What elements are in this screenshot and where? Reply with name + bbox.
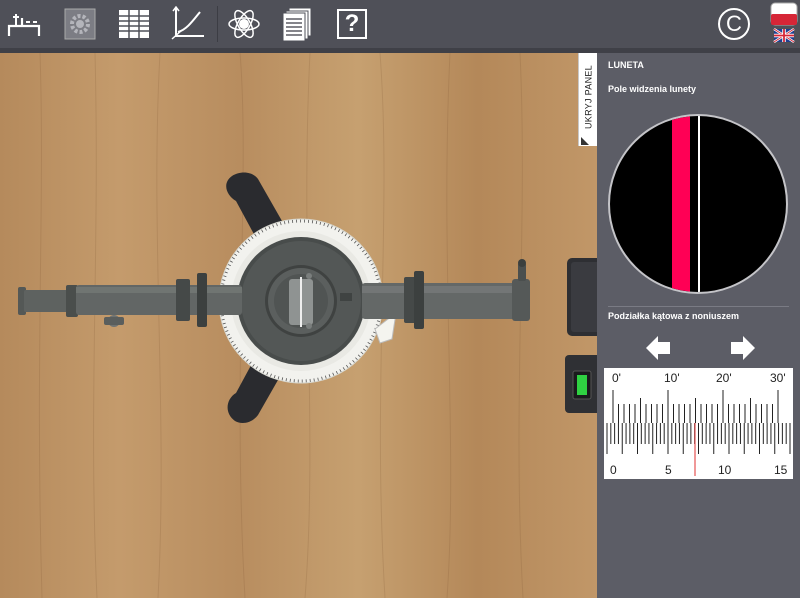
main-scale-label-3: 15 <box>774 463 788 477</box>
language-switcher[interactable] <box>770 2 798 44</box>
documents-button[interactable] <box>278 4 318 44</box>
corner-arrow-icon <box>581 137 589 145</box>
main-scale-label-0: 0 <box>610 463 617 477</box>
spectral-line <box>672 116 690 292</box>
copyright-button[interactable]: © C <box>714 4 754 44</box>
power-switch[interactable] <box>565 355 597 413</box>
collimator-tube <box>18 273 242 327</box>
telescope-view <box>608 114 788 294</box>
help-icon-glyph: ? <box>344 10 360 37</box>
copyright-icon: © C <box>718 8 750 40</box>
panel-divider <box>608 306 789 307</box>
vernier-scale: 0' 10' 20' 30' 0 5 10 15 <box>604 368 793 479</box>
vernier-scale-graphic: 0' 10' 20' 30' 0 5 10 15 <box>606 371 791 477</box>
lab-bench <box>0 53 597 598</box>
hide-panel-button[interactable]: UKRYJ PANEL <box>578 53 598 146</box>
crosshair-line <box>698 116 700 292</box>
setup-icon <box>7 14 41 36</box>
help-button[interactable]: ? <box>332 4 372 44</box>
main-scale-label-1: 5 <box>665 463 672 477</box>
copyright-letter: C <box>726 11 742 36</box>
table-button[interactable] <box>114 4 154 44</box>
vernier-top-label-0: 0' <box>612 371 621 385</box>
settings-icon <box>64 8 96 40</box>
panel-title: LUNETA <box>608 60 644 70</box>
vernier-top-ticks <box>612 390 779 423</box>
documents-icon <box>282 7 312 42</box>
rotate-right-arrow-icon[interactable] <box>729 335 757 361</box>
help-icon: ? <box>337 9 367 39</box>
rotary-table <box>218 218 384 384</box>
vernier-top-label-3: 30' <box>770 371 786 385</box>
side-panel: LUNETA Pole widzenia lunety Podziałka ką… <box>597 53 800 598</box>
hide-panel-label: UKRYJ PANEL <box>583 65 594 129</box>
atom-button[interactable] <box>224 4 264 44</box>
field-of-view-label: Pole widzenia lunety <box>608 84 697 94</box>
spectrometer-scene <box>18 53 597 598</box>
table-icon <box>119 10 149 38</box>
main-scale-ticks <box>606 423 791 454</box>
uk-flag-icon[interactable] <box>773 27 795 44</box>
setup-button[interactable] <box>4 4 44 44</box>
vernier-top-label-1: 10' <box>664 371 680 385</box>
vernier-top-label-2: 20' <box>716 371 732 385</box>
vernier-label: Podziałka kątowa z noniuszem <box>608 311 740 321</box>
settings-button[interactable] <box>60 4 100 44</box>
atom-icon <box>228 9 260 39</box>
toolbar-separator <box>217 6 218 42</box>
graph-button[interactable] <box>168 4 208 44</box>
main-scale-label-2: 10 <box>718 463 732 477</box>
lamp-housing <box>567 258 597 336</box>
graph-icon <box>171 6 204 40</box>
toolbar: ? © C <box>0 0 800 48</box>
rotate-left-arrow-icon[interactable] <box>644 335 672 361</box>
polish-flag-icon[interactable] <box>770 2 798 44</box>
